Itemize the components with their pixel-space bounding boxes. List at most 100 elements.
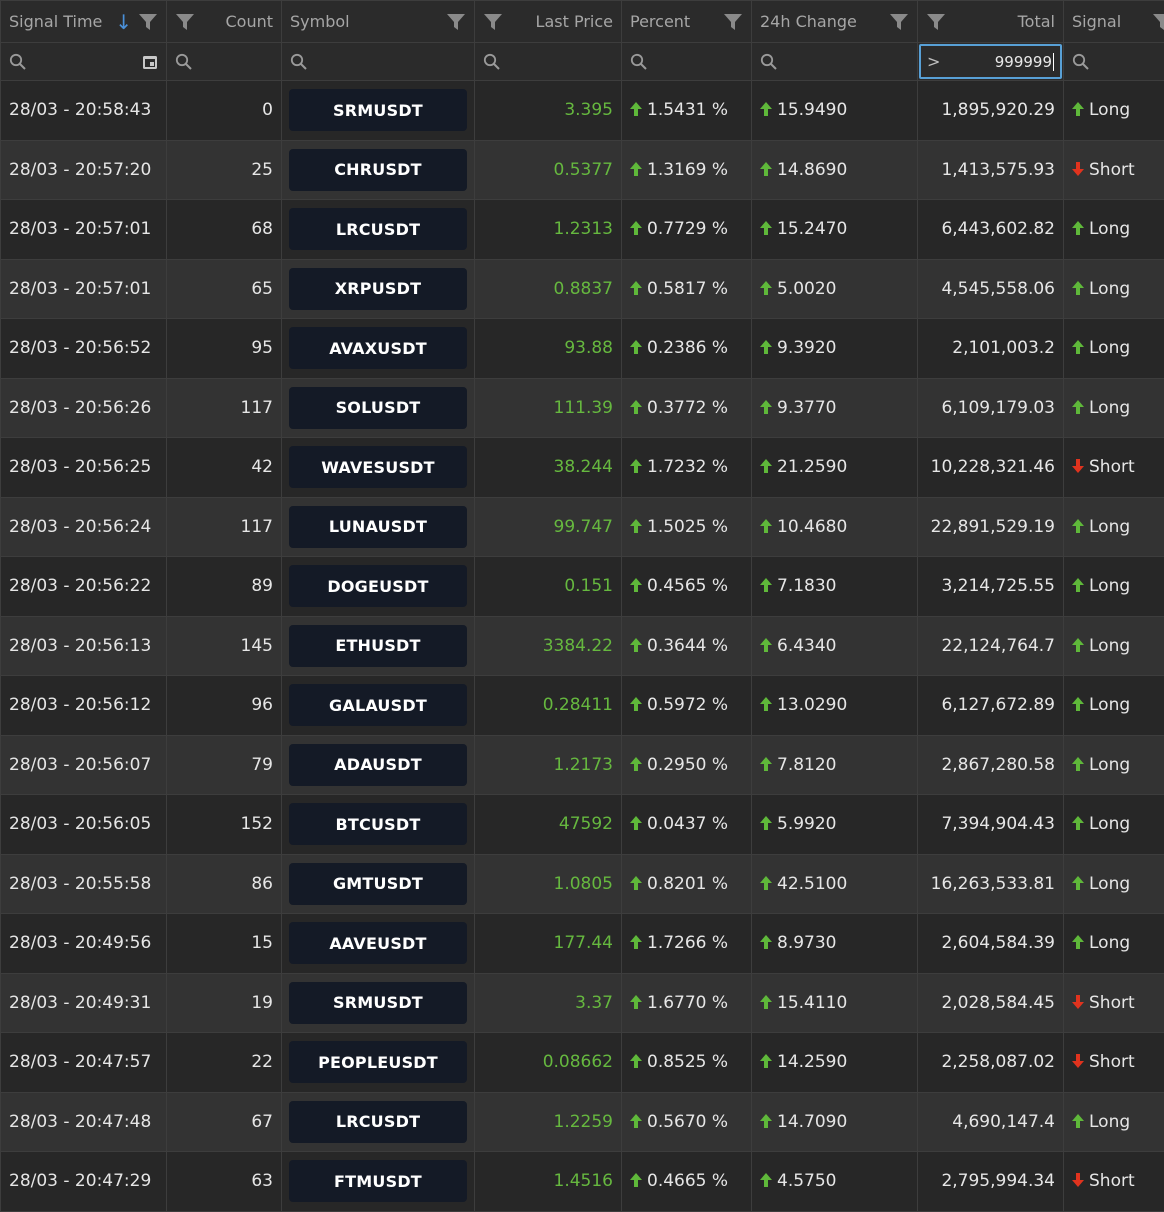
filter-signal-time[interactable]	[1, 43, 167, 81]
count-cell: 145	[167, 616, 282, 676]
change-24h-cell: 15.9490	[752, 81, 918, 141]
header-percent[interactable]: Percent	[622, 1, 752, 43]
up-arrow-icon	[759, 815, 773, 831]
table-row[interactable]: 28/03 - 20:56:1296GALAUSDT0.284110.5972 …	[1, 676, 1164, 736]
symbol-button[interactable]: SOLUSDT	[289, 387, 467, 429]
table-row[interactable]: 28/03 - 20:47:5722PEOPLEUSDT0.086620.852…	[1, 1033, 1164, 1093]
total-cell: 1,895,920.29	[918, 81, 1064, 141]
filter-total[interactable]: > 999999	[918, 43, 1064, 81]
filter-funnel-icon[interactable]	[138, 13, 158, 31]
header-count[interactable]: Count	[167, 1, 282, 43]
header-signal[interactable]: Signal	[1064, 1, 1164, 43]
table-row[interactable]: 28/03 - 20:56:0779ADAUSDT1.21730.2950 %7…	[1, 735, 1164, 795]
signals-grid: Signal Time ↓ Count Symbol	[0, 0, 1164, 1212]
symbol-button[interactable]: XRPUSDT	[289, 268, 467, 310]
filter-funnel-icon[interactable]	[483, 13, 503, 31]
filter-signal[interactable]	[1064, 43, 1164, 81]
symbol-button[interactable]: DOGEUSDT	[289, 565, 467, 607]
change-24h-cell: 4.5750	[752, 1152, 918, 1212]
filter-symbol[interactable]	[282, 43, 475, 81]
filter-count[interactable]	[167, 43, 282, 81]
filter-last-price[interactable]	[475, 43, 622, 81]
symbol-button[interactable]: AVAXUSDT	[289, 327, 467, 369]
header-24h-change[interactable]: 24h Change	[752, 1, 918, 43]
symbol-button[interactable]: SRMUSDT	[289, 982, 467, 1024]
change-24h-cell: 14.7090	[752, 1092, 918, 1152]
filter-funnel-icon[interactable]	[723, 13, 743, 31]
table-row[interactable]: 28/03 - 20:57:0165XRPUSDT0.88370.5817 %5…	[1, 259, 1164, 319]
filter-funnel-icon[interactable]	[889, 13, 909, 31]
symbol-cell: XRPUSDT	[282, 259, 475, 319]
header-total[interactable]: Total	[918, 1, 1064, 43]
filter-funnel-icon[interactable]	[446, 13, 466, 31]
header-symbol[interactable]: Symbol	[282, 1, 475, 43]
up-arrow-icon	[629, 339, 643, 355]
up-arrow-icon	[759, 161, 773, 177]
percent-value: 0.2386 %	[647, 338, 728, 358]
symbol-button[interactable]: CHRUSDT	[289, 149, 467, 191]
change-24h-value: 9.3920	[777, 338, 836, 358]
count-cell: 89	[167, 557, 282, 617]
calendar-icon[interactable]	[142, 54, 158, 70]
table-row[interactable]: 28/03 - 20:56:5295AVAXUSDT93.880.2386 %9…	[1, 319, 1164, 379]
table-row[interactable]: 28/03 - 20:56:26117SOLUSDT111.390.3772 %…	[1, 378, 1164, 438]
signal-cell: Long	[1064, 497, 1164, 557]
table-row[interactable]: 28/03 - 20:49:5615AAVEUSDT177.441.7266 %…	[1, 914, 1164, 974]
table-row[interactable]: 28/03 - 20:58:430SRMUSDT3.3951.5431 %15.…	[1, 81, 1164, 141]
symbol-button[interactable]: GALAUSDT	[289, 684, 467, 726]
sort-descending-icon[interactable]: ↓	[115, 12, 132, 32]
search-icon	[630, 53, 648, 71]
up-arrow-icon	[629, 994, 643, 1010]
table-row[interactable]: 28/03 - 20:47:4867LRCUSDT1.22590.5670 %1…	[1, 1092, 1164, 1152]
signal-value: Long	[1089, 636, 1130, 656]
header-label: Signal	[1072, 12, 1121, 31]
filter-funnel-icon[interactable]	[1152, 13, 1164, 31]
filter-percent[interactable]	[622, 43, 752, 81]
symbol-button[interactable]: AAVEUSDT	[289, 922, 467, 964]
signal-time-cell: 28/03 - 20:56:13	[1, 616, 167, 676]
symbol-cell: CHRUSDT	[282, 140, 475, 200]
symbol-cell: LRCUSDT	[282, 1092, 475, 1152]
last-price-cell: 3384.22	[475, 616, 622, 676]
symbol-button[interactable]: WAVESUSDT	[289, 446, 467, 488]
percent-value: 1.3169 %	[647, 160, 728, 180]
table-row[interactable]: 28/03 - 20:57:2025CHRUSDT0.53771.3169 %1…	[1, 140, 1164, 200]
change-24h-value: 7.1830	[777, 576, 836, 596]
symbol-button[interactable]: LRCUSDT	[289, 1101, 467, 1143]
symbol-button[interactable]: SRMUSDT	[289, 89, 467, 131]
total-filter-input[interactable]: > 999999	[919, 44, 1062, 79]
last-price-cell: 111.39	[475, 378, 622, 438]
last-price-cell: 99.747	[475, 497, 622, 557]
percent-value: 0.3644 %	[647, 636, 728, 656]
symbol-button[interactable]: GMTUSDT	[289, 863, 467, 905]
filter-funnel-icon[interactable]	[175, 13, 195, 31]
up-arrow-icon	[759, 280, 773, 296]
table-row[interactable]: 28/03 - 20:56:2542WAVESUSDT38.2441.7232 …	[1, 438, 1164, 498]
header-last-price[interactable]: Last Price	[475, 1, 622, 43]
table-row[interactable]: 28/03 - 20:55:5886GMTUSDT1.08050.8201 %4…	[1, 854, 1164, 914]
percent-value: 0.2950 %	[647, 755, 728, 775]
table-row[interactable]: 28/03 - 20:56:05152BTCUSDT475920.0437 %5…	[1, 795, 1164, 855]
signal-cell: Long	[1064, 200, 1164, 260]
symbol-button[interactable]: BTCUSDT	[289, 803, 467, 845]
down-arrow-icon	[1071, 458, 1085, 474]
filter-operator[interactable]: >	[927, 52, 940, 71]
header-signal-time[interactable]: Signal Time ↓	[1, 1, 167, 43]
filter-24h-change[interactable]	[752, 43, 918, 81]
symbol-button[interactable]: PEOPLEUSDT	[289, 1041, 467, 1083]
symbol-button[interactable]: LRCUSDT	[289, 208, 467, 250]
table-row[interactable]: 28/03 - 20:47:2963FTMUSDT1.45160.4665 %4…	[1, 1152, 1164, 1212]
up-arrow-icon	[629, 756, 643, 772]
table-row[interactable]: 28/03 - 20:56:13145ETHUSDT3384.22 0.3644 …	[1, 616, 1164, 676]
table-row[interactable]: 28/03 - 20:56:24117LUNAUSDT99.7471.5025 …	[1, 497, 1164, 557]
symbol-button[interactable]: ADAUSDT	[289, 744, 467, 786]
symbol-button[interactable]: LUNAUSDT	[289, 506, 467, 548]
symbol-button[interactable]: ETHUSDT	[289, 625, 467, 667]
signal-cell: Long	[1064, 795, 1164, 855]
filter-funnel-icon[interactable]	[926, 13, 946, 31]
table-row[interactable]: 28/03 - 20:57:0168LRCUSDT1.23130.7729 %1…	[1, 200, 1164, 260]
change-24h-cell: 6.4340	[752, 616, 918, 676]
table-row[interactable]: 28/03 - 20:56:2289DOGEUSDT0.1510.4565 %7…	[1, 557, 1164, 617]
table-row[interactable]: 28/03 - 20:49:3119SRMUSDT3.371.6770 %15.…	[1, 973, 1164, 1033]
symbol-button[interactable]: FTMUSDT	[289, 1160, 467, 1202]
